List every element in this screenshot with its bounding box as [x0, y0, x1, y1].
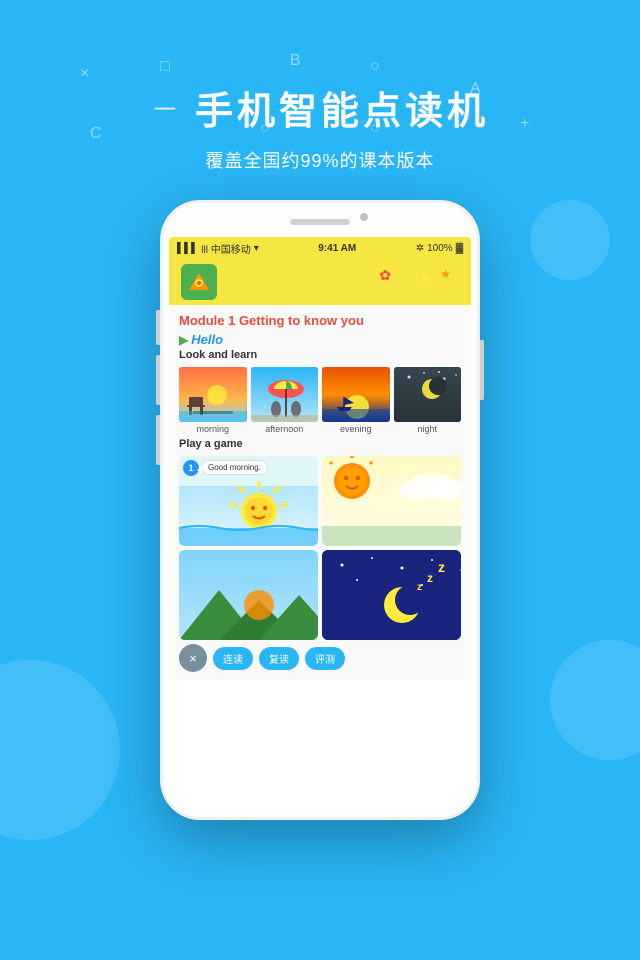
svg-text:z: z [438, 559, 445, 575]
header-subtitle: 覆盖全国约99%的课本版本 [0, 147, 640, 173]
carrier-name: lll 中国移动 [201, 241, 250, 256]
time-display: 9:41 AM [318, 243, 356, 254]
image-grid: morning [179, 367, 461, 434]
phone-camera [360, 213, 368, 221]
play-icon: ▶ [179, 333, 188, 347]
game-item-3[interactable]: 3 Good evening. [179, 550, 318, 640]
game-item-4[interactable]: 4 Good night. [322, 550, 461, 640]
deco-star1: ★ [420, 271, 431, 285]
image-morning [179, 367, 247, 422]
close-button[interactable]: × [179, 644, 207, 672]
phone-mockup: ▌▌▌ lll 中国移动 ▾ 9:41 AM ✲ 100% ▓ [160, 200, 480, 820]
section-title: ▶ Hello [179, 332, 461, 347]
header-title: － 手机智能点读机 [0, 80, 640, 135]
image-item-night: night [394, 367, 462, 434]
sym-square: □ [160, 58, 170, 76]
deco-flower: ✿ [379, 267, 391, 284]
image-night [394, 367, 462, 422]
phone-screen: ▌▌▌ lll 中国移动 ▾ 9:41 AM ✲ 100% ▓ [169, 237, 471, 811]
phone-speaker [290, 219, 350, 225]
bg-circle-2 [550, 640, 640, 760]
label-evening: evening [322, 424, 390, 434]
look-learn-label: Look and learn [179, 349, 461, 361]
sym-b: B [290, 52, 301, 70]
bg-circle-1 [0, 660, 120, 840]
volume-up-button [156, 355, 160, 405]
phone-inner: ▌▌▌ lll 中国移动 ▾ 9:41 AM ✲ 100% ▓ [163, 203, 477, 817]
ping-button[interactable]: 评测 [305, 647, 345, 670]
header-section: － 手机智能点读机 覆盖全国约99%的课本版本 [0, 80, 640, 173]
section-name: Hello [191, 332, 223, 347]
power-button [480, 340, 484, 400]
bg-circle-3 [530, 200, 610, 280]
module-title: Module 1 Getting to know you [179, 313, 461, 328]
silent-button [156, 310, 160, 345]
volume-down-button [156, 415, 160, 465]
label-morning: morning [179, 424, 247, 434]
status-right: ✲ 100% ▓ [416, 243, 463, 254]
dash-left: － [151, 88, 183, 128]
battery-icon: ▓ [456, 243, 463, 254]
game-item-2[interactable]: 2 Good afternoon. [322, 456, 461, 546]
phone-outer: ▌▌▌ lll 中国移动 ▾ 9:41 AM ✲ 100% ▓ [160, 200, 480, 820]
deco-star2: ★ [440, 267, 451, 281]
svg-text:z: z [427, 571, 433, 585]
signal-icon: ▌▌▌ [177, 243, 198, 254]
svg-text:z: z [417, 582, 422, 593]
play-game-title: Play a game [179, 438, 461, 450]
content-area: Module 1 Getting to know you ▶ Hello Loo… [169, 305, 471, 680]
wifi-icon: ▾ [254, 243, 259, 254]
status-bar: ▌▌▌ lll 中国移动 ▾ 9:41 AM ✲ 100% ▓ [169, 237, 471, 259]
image-afternoon [251, 367, 319, 422]
image-item-afternoon: afternoon [251, 367, 319, 434]
app-title: 手机智能点读机 [195, 80, 489, 135]
bluetooth-icon: ✲ [416, 243, 424, 254]
lian-button[interactable]: 连读 [213, 647, 253, 670]
image-evening [322, 367, 390, 422]
image-item-evening: evening [322, 367, 390, 434]
image-item-morning: morning [179, 367, 247, 434]
label-night: night [394, 424, 462, 434]
sym-circle1: ○ [370, 58, 380, 76]
status-left: ▌▌▌ lll 中国移动 ▾ [177, 241, 259, 256]
label-afternoon: afternoon [251, 424, 319, 434]
overlay-buttons-row: × 连读 复读 评测 [179, 644, 461, 672]
game-item-1[interactable]: 1 Good morning. [179, 456, 318, 546]
app-header: ✿ ★ ★ [169, 259, 471, 305]
app-logo [181, 264, 217, 300]
game-grid: 1 Good morning. [179, 456, 461, 640]
fu-button[interactable]: 复读 [259, 647, 299, 670]
battery-level: 100% [427, 243, 453, 254]
